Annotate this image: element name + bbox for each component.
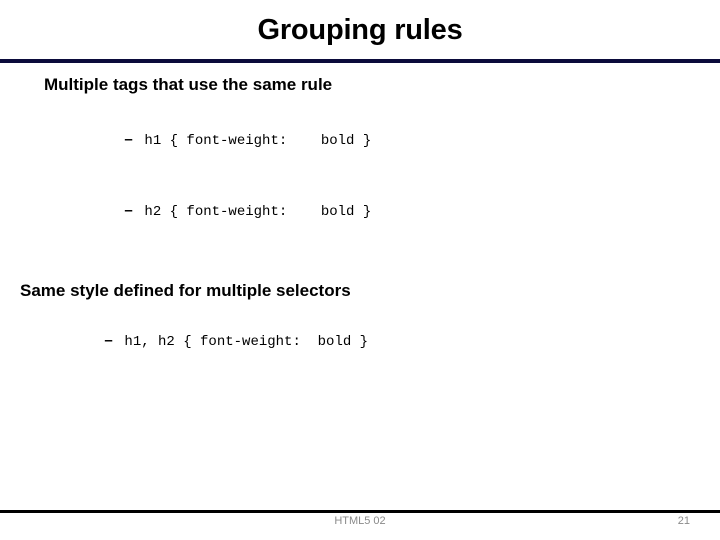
footer: HTML5 02 21 [0,513,720,535]
slide-content: Multiple tags that use the same rule – h1… [0,74,720,372]
code-line-3: – h1, h2 { font-weight: bold } [54,311,720,372]
code-line-2: – h2 { font-weight: bold } [74,181,720,242]
code-text: h1 { font-weight: bold } [144,133,372,149]
title-divider [0,59,720,63]
section-heading-2: Same style defined for multiple selector… [20,281,351,300]
bullet-dash-icon: – [124,131,133,148]
page-title: Grouping rules [257,14,463,46]
bullet-dash-icon: – [104,332,113,349]
code-text: h1, h2 { font-weight: bold } [124,334,369,350]
bullet-dash-icon: – [124,202,133,219]
section-heading-1: Multiple tags that use the same rule [44,75,333,94]
slide: Grouping rules Multiple tags that use th… [0,0,720,540]
code-line-1: – h1 { font-weight: bold } [74,110,720,171]
footer-label: HTML5 02 [334,515,386,527]
code-text: h2 { font-weight: bold } [144,204,372,220]
page-number: 21 [677,515,690,527]
